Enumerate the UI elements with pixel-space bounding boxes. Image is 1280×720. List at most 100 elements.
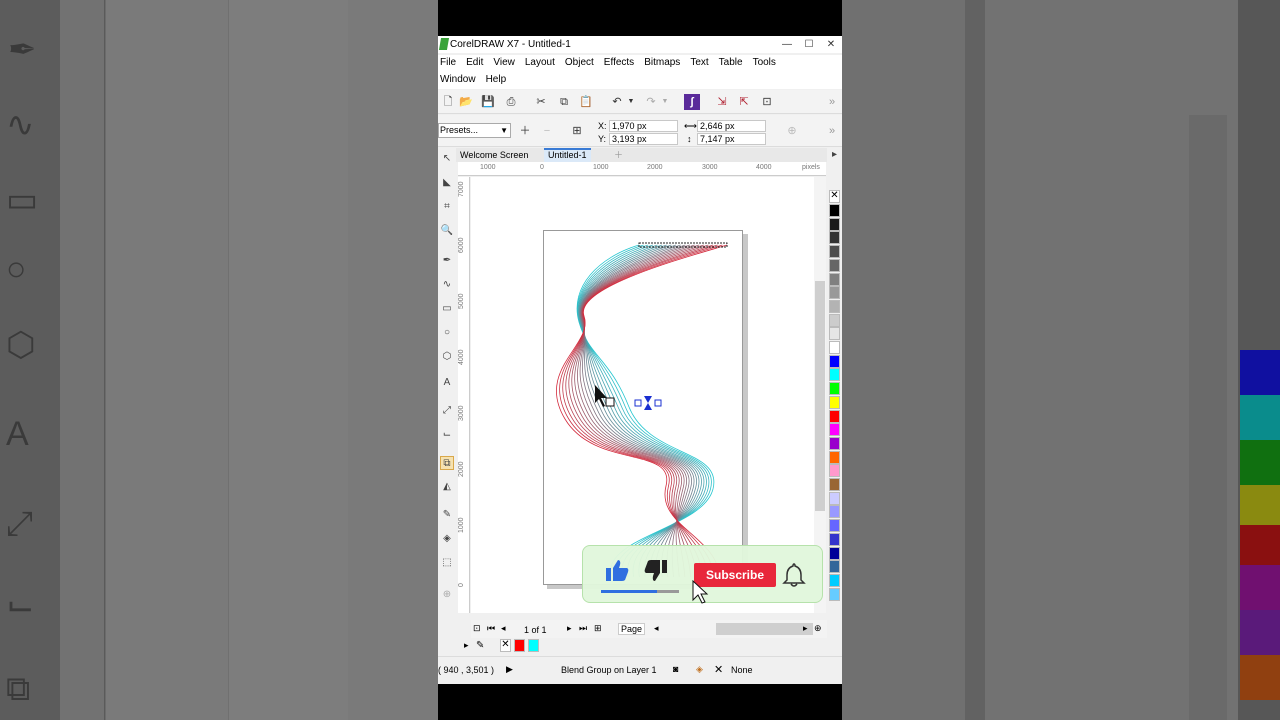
add-preset-icon[interactable]: ＋	[517, 123, 533, 139]
palette-swatch[interactable]	[829, 217, 840, 231]
propbar-overflow-icon[interactable]: »	[824, 123, 840, 139]
zoom-tool-icon[interactable]: 🔍	[440, 224, 454, 238]
thumbs-up-icon[interactable]	[604, 558, 630, 582]
toolbar-overflow-icon[interactable]: »	[824, 94, 840, 110]
palette-swatch[interactable]	[829, 532, 840, 546]
palette-arrow-icon[interactable]: ▸	[464, 640, 469, 651]
connector-tool-icon[interactable]: ⌙	[440, 428, 454, 442]
rectangle-tool-icon[interactable]: ▭	[440, 302, 454, 316]
menu-window[interactable]: Window	[438, 72, 482, 89]
doc-red-swatch[interactable]	[514, 639, 525, 652]
ellipse-tool-icon[interactable]: ○	[440, 326, 454, 340]
palette-swatch[interactable]	[829, 519, 840, 533]
palette-swatch[interactable]	[829, 313, 840, 327]
palette-swatch[interactable]	[829, 436, 840, 450]
dimension-tool-icon[interactable]: ⤢	[440, 404, 454, 418]
no-color-swatch[interactable]: ✕	[829, 190, 840, 203]
last-page-icon[interactable]: ⏭	[579, 623, 587, 634]
prev-page-icon[interactable]: ◂	[501, 623, 506, 634]
crop-tool-icon[interactable]: ⌗	[440, 200, 454, 214]
presets-dropdown[interactable]: Presets... ▼	[438, 123, 511, 138]
object-origin-icon[interactable]: ⊞	[569, 123, 585, 139]
palette-swatch[interactable]	[829, 573, 840, 587]
palette-scroll-up-icon[interactable]: ▸	[828, 148, 841, 162]
paste-icon[interactable]: 📋	[578, 94, 594, 110]
artistic-media-icon[interactable]: ∿	[440, 278, 454, 292]
interactive-fill-icon[interactable]: ◈	[440, 532, 454, 546]
blend-tool-icon[interactable]: ⧉	[440, 456, 454, 470]
import-icon[interactable]: ⇲	[714, 94, 730, 110]
palette-swatch[interactable]	[829, 245, 840, 259]
vertical-scroll-thumb[interactable]	[815, 281, 825, 511]
eyedropper-tool-icon[interactable]: ✎	[440, 508, 454, 522]
palette-swatch[interactable]	[829, 368, 840, 382]
palette-swatch[interactable]	[829, 560, 840, 574]
palette-swatch[interactable]	[829, 587, 840, 601]
eyedropper-icon[interactable]: ✎	[476, 640, 484, 651]
palette-swatch[interactable]	[829, 272, 840, 286]
transparency-tool-icon[interactable]: ◭	[440, 480, 454, 494]
undo-dropdown-icon[interactable]: ▼	[623, 94, 639, 110]
palette-swatch[interactable]	[829, 204, 840, 217]
cut-icon[interactable]: ✂	[533, 94, 549, 110]
horizontal-scroll-thumb[interactable]	[716, 623, 813, 635]
palette-swatch[interactable]	[829, 354, 840, 368]
export-icon[interactable]: ⇱	[736, 94, 752, 110]
menu-effects[interactable]: Effects	[602, 55, 640, 72]
palette-swatch[interactable]	[829, 409, 840, 423]
pick-tool-icon[interactable]: ↖	[440, 152, 454, 166]
height-field[interactable]: 7,147 px	[697, 133, 766, 145]
palette-swatch[interactable]	[829, 395, 840, 409]
tab-untitled-1[interactable]: Untitled-1	[544, 148, 591, 162]
menu-text[interactable]: Text	[688, 55, 714, 72]
tab-welcome-screen[interactable]: Welcome Screen	[456, 148, 532, 162]
maximize-button[interactable]: ☐	[798, 36, 820, 53]
doc-cyan-swatch[interactable]	[528, 639, 539, 652]
palette-swatch[interactable]	[829, 491, 840, 505]
redo-dropdown-icon[interactable]: ▼	[657, 94, 673, 110]
palette-swatch[interactable]	[829, 478, 840, 491]
add-tab-icon[interactable]: ＋	[610, 148, 627, 162]
add-icon[interactable]: ⊕	[784, 123, 800, 139]
play-icon[interactable]: ▶	[506, 664, 513, 675]
x-position-field[interactable]: 1,970 px	[609, 120, 678, 132]
palette-swatch[interactable]	[829, 231, 840, 245]
minimize-button[interactable]: —	[776, 36, 798, 53]
add-page-icon[interactable]: ⊞	[594, 623, 602, 634]
menu-tools[interactable]: Tools	[751, 55, 782, 72]
save-icon[interactable]: 💾	[480, 94, 496, 110]
menu-table[interactable]: Table	[717, 55, 749, 72]
palette-swatch[interactable]	[829, 382, 840, 396]
menu-file[interactable]: File	[438, 55, 462, 72]
print-icon[interactable]: ⎙	[503, 94, 519, 110]
palette-swatch[interactable]	[829, 258, 840, 272]
menu-view[interactable]: View	[491, 55, 521, 72]
palette-swatch[interactable]	[829, 505, 840, 519]
palette-swatch[interactable]	[829, 464, 840, 478]
text-tool-icon[interactable]: A	[440, 376, 454, 390]
width-field[interactable]: 2,646 px	[697, 120, 766, 132]
next-page-icon[interactable]: ▸	[567, 623, 572, 634]
search-content-icon[interactable]: ʃ	[684, 94, 700, 110]
palette-swatch[interactable]	[829, 327, 840, 341]
shape-tool-icon[interactable]: ◣	[440, 176, 454, 190]
publish-pdf-icon[interactable]: ⊡	[759, 94, 775, 110]
customize-toolbox-icon[interactable]: ⊕	[440, 588, 454, 602]
palette-swatch[interactable]	[829, 450, 840, 464]
palette-swatch[interactable]	[829, 286, 840, 300]
scroll-left-icon[interactable]: ◂	[654, 623, 659, 634]
first-page-icon[interactable]: ⏮	[487, 623, 495, 634]
menu-help[interactable]: Help	[484, 72, 513, 89]
palette-swatch[interactable]	[829, 546, 840, 560]
doc-no-color-swatch[interactable]: ✕	[500, 639, 511, 652]
menu-layout[interactable]: Layout	[523, 55, 561, 72]
thumbs-down-icon[interactable]	[643, 559, 669, 583]
open-icon[interactable]: 📂	[458, 94, 474, 110]
smart-fill-icon[interactable]: ⬚	[440, 556, 454, 570]
scroll-right-icon[interactable]: ▸	[803, 623, 808, 634]
remove-preset-icon[interactable]: −	[539, 123, 555, 139]
palette-swatch[interactable]	[829, 299, 840, 313]
copy-icon[interactable]: ⧉	[556, 94, 572, 110]
bell-icon[interactable]	[782, 562, 806, 588]
menu-object[interactable]: Object	[563, 55, 600, 72]
